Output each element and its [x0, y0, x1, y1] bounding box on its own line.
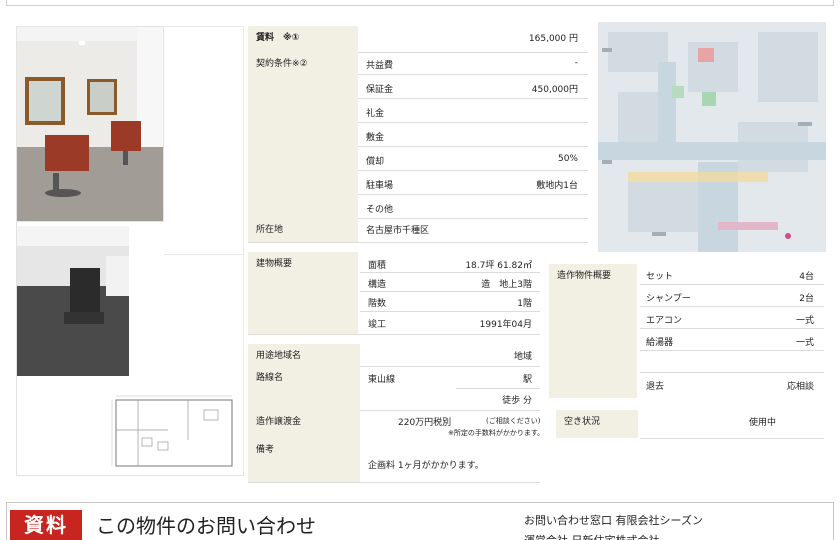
divider — [358, 98, 588, 99]
divider — [640, 350, 824, 351]
contract-row-name: 敷金 — [366, 133, 385, 143]
divider — [16, 475, 244, 476]
remarks-label: 備考 — [248, 438, 360, 482]
building-row-value: 造 地上3階 — [481, 280, 532, 290]
document-badge: 資料 — [10, 510, 82, 540]
building-row-name: 面積 — [368, 261, 387, 271]
contract-label: 契約条件※② — [248, 52, 358, 218]
inquiry-contact: お問い合わせ窓口 有限会社シーズン — [524, 514, 703, 527]
divider — [243, 26, 244, 476]
building-row-name: 竣工 — [368, 320, 387, 330]
shampoo-area-photo — [16, 226, 129, 376]
divider — [640, 328, 824, 329]
item-name: 退去 — [646, 382, 665, 392]
item-value: 応相談 — [786, 382, 814, 392]
transfer-fee-commission-note: ※所定の手数料がかかります。 — [448, 429, 545, 437]
divider — [248, 482, 540, 483]
building-label: 建物概要 — [248, 252, 358, 334]
transfer-fee-value: 220万円税別 — [398, 418, 452, 428]
vacancy-label: 空き状況 — [556, 410, 638, 438]
divider — [16, 222, 17, 476]
divider — [164, 26, 244, 27]
rent-label: 賃料 ※① — [248, 26, 358, 52]
divider — [358, 146, 588, 147]
location-label: 所在地 — [248, 218, 358, 242]
divider — [360, 311, 540, 312]
location-value: 名古屋市千種区 — [366, 226, 430, 236]
floor-plan-drawing — [108, 390, 244, 476]
divider — [164, 254, 244, 255]
location-map[interactable] — [598, 22, 826, 252]
vacancy-value: 使用中 — [748, 418, 776, 428]
divider — [358, 52, 588, 53]
inquiry-title: この物件のお問い合わせ — [96, 514, 316, 538]
item-value: 一式 — [795, 316, 814, 326]
transfer-fee-note: (ご相談ください) — [486, 417, 541, 425]
contract-row-name: その他 — [366, 205, 394, 215]
item-value: 2台 — [799, 294, 814, 304]
top-frame — [6, 0, 834, 6]
rent-value: 165,000 円 — [528, 34, 578, 44]
divider — [640, 372, 824, 373]
divider — [640, 438, 824, 439]
operating-company: 運営会社 日新住宅株式会社 — [524, 532, 660, 540]
transfer-fee-label: 造作譲渡金 — [248, 410, 360, 438]
divider — [640, 284, 824, 285]
contract-row-value: 敷地内1台 — [536, 181, 578, 191]
building-row-name: 階数 — [368, 299, 387, 309]
item-value: 一式 — [795, 338, 814, 348]
building-row-value: 18.7坪 61.82㎡ — [465, 261, 532, 271]
divider — [358, 170, 588, 171]
divider — [360, 291, 540, 292]
route-label: 路線名 — [248, 366, 360, 410]
remarks-value: 企画料 1ヶ月がかかります。 — [368, 461, 484, 471]
divider — [358, 194, 588, 195]
divider — [360, 272, 540, 273]
item-name: エアコン — [646, 316, 683, 326]
item-name: シャンプー — [646, 294, 691, 304]
contract-row-name: 保証金 — [366, 85, 394, 95]
divider — [248, 242, 588, 243]
contract-row-value: - — [574, 58, 578, 68]
contract-row-name: 償却 — [366, 157, 385, 167]
building-row-value: 1991年04月 — [479, 320, 532, 330]
route-station: 駅 — [522, 375, 532, 385]
route-walk: 徒歩 分 — [502, 396, 532, 406]
contract-row-value: 50% — [557, 154, 578, 164]
contract-row-name: 駐車場 — [366, 181, 394, 191]
contract-row-name: 共益費 — [366, 61, 394, 71]
item-value: 4台 — [799, 272, 814, 282]
divider — [248, 334, 540, 335]
item-name: セット — [646, 272, 674, 282]
salon-interior-photo — [16, 26, 164, 222]
item-name: 給湯器 — [646, 338, 674, 348]
transfer-items-label: 造作物件概要 — [549, 264, 637, 398]
zoning-label: 用途地域名 — [248, 344, 360, 366]
route-line: 東山線 — [368, 375, 396, 385]
divider — [358, 122, 588, 123]
contract-row-value: 450,000円 — [531, 85, 578, 95]
building-row-value: 1階 — [517, 299, 532, 309]
divider — [640, 306, 824, 307]
zoning-value: 地域 — [513, 352, 532, 362]
contract-row-name: 礼金 — [366, 109, 385, 119]
building-row-name: 構造 — [368, 280, 387, 290]
divider — [358, 74, 588, 75]
divider — [456, 388, 540, 389]
